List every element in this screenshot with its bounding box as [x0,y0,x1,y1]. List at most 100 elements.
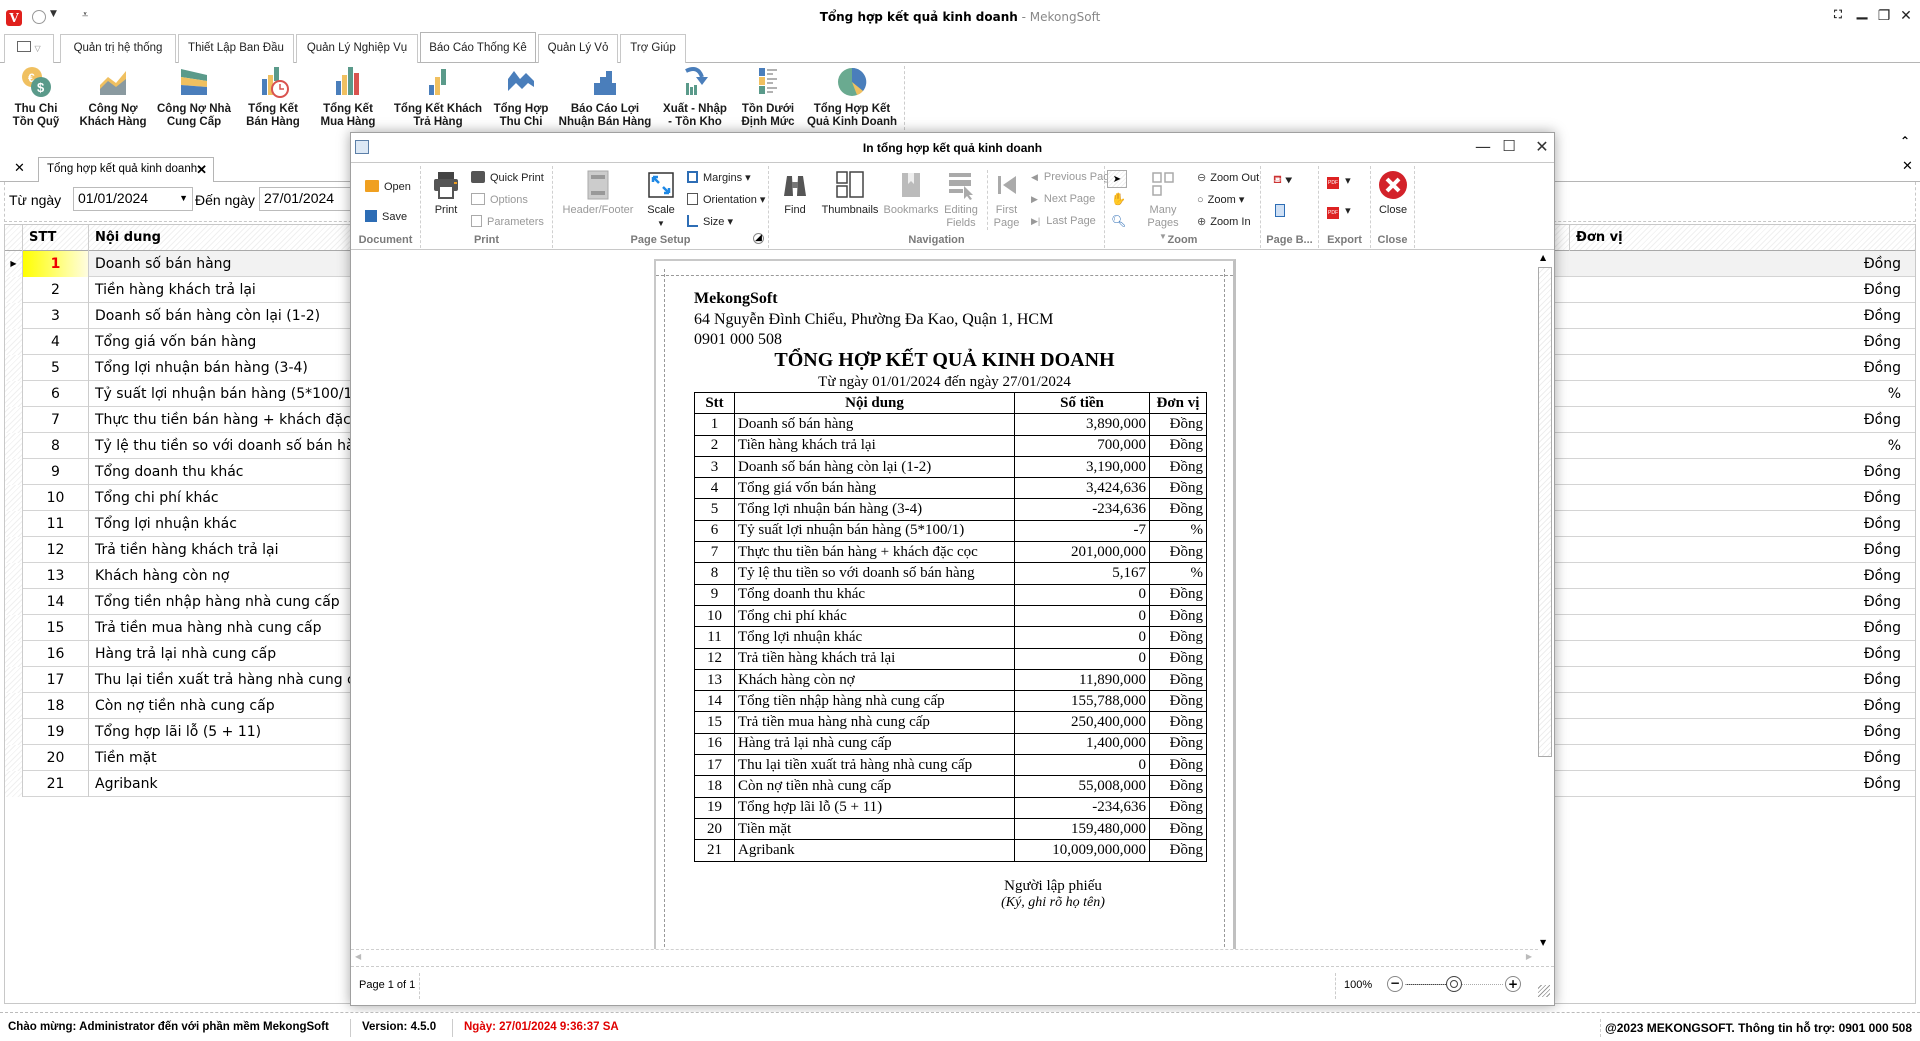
row-indicator[interactable] [5,485,23,511]
ton-duoi-dinh-muc-button[interactable]: Tồn Dưới Định Mức [738,65,798,129]
zoom-slider[interactable] [1405,976,1503,992]
grid-cell-stt[interactable]: 16 [23,641,89,667]
many-pages-button[interactable]: Many Pages ▼ [1133,170,1193,243]
zoom-slider-thumb[interactable] [1446,976,1462,992]
tong-ket-mua-hang-button[interactable]: Tổng Kết Mua Hàng [314,65,382,129]
bao-cao-loi-nhuan-ban-hang-button[interactable]: Báo Cáo Lợi Nhuận Bán Hàng [558,65,652,129]
tong-hop-ket-qua-kinh-doanh-button[interactable]: Tổng Hợp Kết Quả Kinh Doanh [806,65,898,129]
column-header-don-vi[interactable]: Đơn vị [1569,225,1915,251]
page-color-button[interactable]: ⛾ ▾ [1273,174,1293,188]
grid-cell-stt[interactable]: 18 [23,693,89,719]
row-indicator[interactable] [5,459,23,485]
row-indicator[interactable] [5,381,23,407]
tab-bao-cao-thong-ke[interactable]: Báo Cáo Thống Kê [420,32,536,62]
row-indicator[interactable] [5,589,23,615]
from-date-picker[interactable]: 01/01/2024 ▼ [73,187,193,211]
export-pdf-button[interactable]: PDF ▾ [1327,174,1351,189]
watermark-button[interactable] [1275,204,1285,220]
grid-cell-stt[interactable]: 2 [23,277,89,303]
fullscreen-button[interactable]: ⛶ [1828,8,1848,22]
row-indicator[interactable] [5,693,23,719]
print-button[interactable]: Print [427,170,465,217]
grid-cell-don-vi[interactable]: Đồng [1864,511,1901,537]
grid-cell-don-vi[interactable]: Đồng [1864,277,1901,303]
last-page-button[interactable]: ▶| Last Page [1031,215,1096,227]
zoom-minus-button[interactable]: − [1387,976,1403,992]
pointer-tool-button[interactable]: ➤ [1107,170,1127,188]
thumbnails-button[interactable]: Thumbnails [821,170,879,217]
grid-cell-stt[interactable]: 7 [23,407,89,433]
grid-cell-don-vi[interactable]: Đồng [1864,589,1901,615]
header-footer-button[interactable]: Header/Footer [559,170,637,217]
bookmarks-button[interactable]: Bookmarks [883,170,939,217]
margins-button[interactable]: Margins ▾ [687,171,751,184]
grid-cell-don-vi[interactable]: Đồng [1864,537,1901,563]
row-indicator[interactable] [5,537,23,563]
close-preview-button[interactable]: Close [1375,170,1411,217]
dialog-launcher-icon[interactable]: ◢ [753,233,764,244]
row-indicator[interactable] [5,745,23,771]
tab-thiet-lap-ban-dau[interactable]: Thiết Lập Ban Đầu [178,34,294,63]
grid-cell-stt[interactable]: 4 [23,329,89,355]
scroll-thumb[interactable] [1538,267,1552,757]
zoom-out-button[interactable]: ⊖ Zoom Out [1197,171,1259,184]
grid-cell-stt[interactable]: 21 [23,771,89,797]
grid-cell-don-vi[interactable]: Đồng [1864,745,1901,771]
grid-cell-stt[interactable]: 17 [23,667,89,693]
zoom-dropdown-button[interactable]: ○ Zoom ▾ [1197,193,1244,206]
grid-cell-don-vi[interactable]: Đồng [1864,407,1901,433]
row-indicator[interactable] [5,433,23,459]
row-indicator[interactable] [5,771,23,797]
preview-close-button[interactable]: ✕ [1529,137,1555,156]
grid-cell-stt[interactable]: 12 [23,537,89,563]
grid-cell-stt[interactable]: 1 [23,251,89,277]
tong-hop-thu-chi-button[interactable]: Tổng Hợp Thu Chi [490,65,552,129]
zoom-plus-button[interactable]: + [1505,976,1521,992]
grid-cell-don-vi[interactable]: Đồng [1864,251,1901,277]
open-button[interactable]: Open [365,180,411,193]
magnifier-tool-button[interactable]: 🔍︎ [1111,214,1126,228]
parameters-button[interactable]: Parameters [471,215,544,228]
tong-ket-ban-hang-button[interactable]: Tổng Kết Bán Hàng [240,65,306,129]
grid-cell-stt[interactable]: 5 [23,355,89,381]
restore-button[interactable]: ❐ [1874,8,1894,24]
grid-cell-don-vi[interactable]: Đồng [1864,459,1901,485]
row-indicator[interactable] [5,667,23,693]
close-button[interactable]: ✕ [1896,8,1916,24]
close-tab-icon[interactable]: ✕ [196,158,207,181]
row-indicator[interactable] [5,719,23,745]
grid-cell-stt[interactable]: 6 [23,381,89,407]
grid-cell-stt[interactable]: 8 [23,433,89,459]
row-indicator[interactable] [5,303,23,329]
quick-print-button[interactable]: Quick Print [471,171,544,184]
grid-cell-stt[interactable]: 13 [23,563,89,589]
close-all-tabs-icon[interactable]: ✕ [14,161,25,176]
grid-cell-stt[interactable]: 9 [23,459,89,485]
row-indicator[interactable] [5,277,23,303]
preview-vertical-scrollbar[interactable]: ▲ ▼ [1536,251,1553,949]
tab-tro-giup[interactable]: Trợ Giúp [620,34,686,63]
tab-quan-tri-he-thong[interactable]: Quản trị hệ thống [60,34,176,63]
grid-cell-stt[interactable]: 10 [23,485,89,511]
grid-cell-don-vi[interactable]: Đồng [1864,485,1901,511]
row-indicator[interactable] [5,563,23,589]
first-page-button[interactable]: First Page [987,170,1025,230]
grid-cell-don-vi[interactable]: Đồng [1864,563,1901,589]
scroll-right-icon[interactable]: ▶ [1526,952,1532,961]
cong-no-nha-cung-cap-button[interactable]: Công Nợ Nhà Cung Cấp [156,65,232,129]
grid-cell-don-vi[interactable]: % [1888,381,1901,407]
next-page-button[interactable]: ▶ Next Page [1031,193,1095,205]
grid-cell-stt[interactable]: 19 [23,719,89,745]
row-indicator[interactable] [5,407,23,433]
grid-cell-stt[interactable]: 14 [23,589,89,615]
grid-cell-don-vi[interactable]: Đồng [1864,667,1901,693]
ribbon-app-menu-button[interactable]: ▽ [4,34,54,63]
grid-cell-don-vi[interactable]: Đồng [1864,303,1901,329]
ribbon-collapse-icon[interactable]: ⌃ [1900,134,1910,148]
find-button[interactable]: Find [775,170,815,217]
row-indicator[interactable]: ▶ [5,251,23,277]
thu-chi-ton-quy-button[interactable]: € $ Thu Chi Tồn Quỹ [6,65,66,129]
save-button[interactable]: Save [365,210,407,223]
close-panel-icon[interactable]: ✕ [1902,159,1913,174]
cong-no-khach-hang-button[interactable]: Công Nợ Khách Hàng [76,65,150,129]
